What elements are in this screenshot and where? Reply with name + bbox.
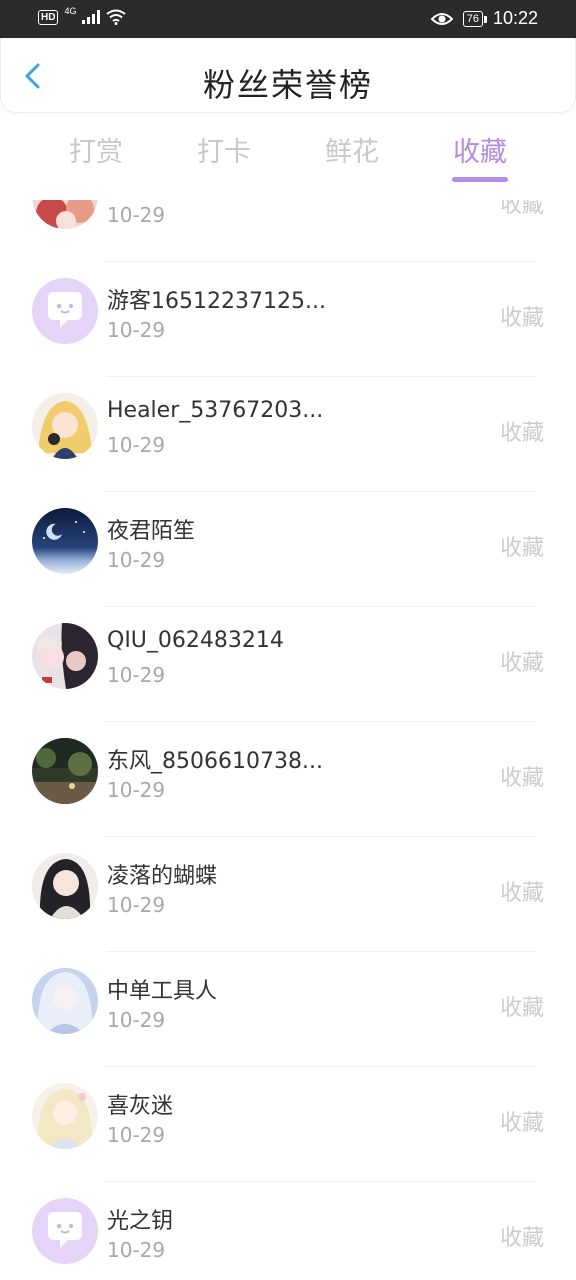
avatar xyxy=(32,278,98,344)
list-item[interactable]: 10-29 收藏 xyxy=(0,200,576,265)
list-item[interactable]: 凌落的蝴蝶 10-29 收藏 xyxy=(0,840,576,955)
divider xyxy=(106,491,536,492)
tab-flowers[interactable]: 鲜花 xyxy=(307,130,397,169)
favorite-label: 收藏 xyxy=(499,200,544,218)
favorite-label: 收藏 xyxy=(499,996,544,1021)
favorite-label: 收藏 xyxy=(499,421,544,446)
item-date: 10-29 xyxy=(107,1238,166,1262)
status-right: 76 10:22 xyxy=(430,8,538,29)
item-date: 10-29 xyxy=(107,1008,166,1032)
divider xyxy=(106,836,536,837)
list-item[interactable]: 游客16512237125... 10-29 收藏 xyxy=(0,265,576,380)
network-type: 4G xyxy=(64,6,77,16)
user-name: 凌落的蝴蝶 xyxy=(107,864,218,889)
item-date: 10-29 xyxy=(107,203,166,227)
item-date: 10-29 xyxy=(107,548,166,572)
user-name: 夜君陌笙 xyxy=(107,519,196,544)
favorite-label: 收藏 xyxy=(499,1226,544,1251)
fan-list: 10-29 收藏 游客16512237125... 10-29 收藏 Heale… xyxy=(0,200,576,1280)
item-date: 10-29 xyxy=(107,663,166,687)
avatar xyxy=(32,968,98,1034)
list-item[interactable]: 中单工具人 10-29 收藏 xyxy=(0,955,576,1070)
app-header: 粉丝荣誉榜 xyxy=(0,38,576,113)
clock: 10:22 xyxy=(492,8,538,28)
divider xyxy=(106,951,536,952)
user-name: QIU_062483214 xyxy=(107,628,284,653)
user-name: 游客16512237125... xyxy=(107,289,326,314)
user-name: 东风_8506610738... xyxy=(107,749,323,774)
tab-reward[interactable]: 打赏 xyxy=(51,130,141,169)
divider xyxy=(106,1066,536,1067)
page-title: 粉丝荣誉榜 xyxy=(202,66,373,104)
avatar xyxy=(32,853,98,919)
avatar xyxy=(32,200,98,229)
hd-badge: HD xyxy=(38,9,59,25)
favorite-label: 收藏 xyxy=(499,651,544,676)
list-item[interactable]: 东风_8506610738... 10-29 收藏 xyxy=(0,725,576,840)
tab-checkin[interactable]: 打卡 xyxy=(179,130,269,169)
list-item[interactable]: 夜君陌笙 10-29 收藏 xyxy=(0,495,576,610)
favorite-label: 收藏 xyxy=(499,766,544,791)
tab-favorites[interactable]: 收藏 xyxy=(435,130,525,169)
item-date: 10-29 xyxy=(107,778,166,802)
avatar xyxy=(32,1083,98,1149)
avatar xyxy=(32,508,98,574)
favorite-label: 收藏 xyxy=(499,881,544,906)
divider xyxy=(106,261,536,262)
avatar xyxy=(32,1198,98,1264)
avatar xyxy=(32,393,98,459)
divider xyxy=(106,1181,536,1182)
wifi-icon xyxy=(106,9,127,25)
favorite-label: 收藏 xyxy=(499,306,544,331)
user-name: 光之钥 xyxy=(107,1209,174,1234)
divider xyxy=(106,376,536,377)
battery-icon: 76 xyxy=(462,10,488,27)
item-date: 10-29 xyxy=(107,433,166,457)
list-item[interactable]: QIU_062483214 10-29 收藏 xyxy=(0,610,576,725)
divider xyxy=(106,721,536,722)
favorite-label: 收藏 xyxy=(499,536,544,561)
list-item[interactable]: 光之钥 10-29 收藏 xyxy=(0,1185,576,1280)
favorite-label: 收藏 xyxy=(499,1111,544,1136)
divider xyxy=(106,606,536,607)
user-name: 喜灰迷 xyxy=(107,1094,174,1119)
user-name: 中单工具人 xyxy=(107,979,218,1004)
chat-bubble-icon xyxy=(32,1198,98,1264)
avatar xyxy=(32,738,98,804)
active-tab-indicator xyxy=(452,177,508,182)
item-date: 10-29 xyxy=(107,893,166,917)
list-item[interactable]: 喜灰迷 10-29 收藏 xyxy=(0,1070,576,1185)
eye-icon xyxy=(430,12,453,25)
list-item[interactable]: Healer_53767203... 10-29 收藏 xyxy=(0,380,576,495)
tab-bar: 打赏 打卡 鲜花 收藏 xyxy=(0,122,576,186)
avatar xyxy=(32,623,98,689)
status-left: HD 4G xyxy=(38,6,127,25)
item-date: 10-29 xyxy=(107,318,166,342)
status-bar: HD 4G 76 10:22 xyxy=(0,0,576,38)
item-date: 10-29 xyxy=(107,1123,166,1147)
chat-bubble-icon xyxy=(32,278,98,344)
signal-icon xyxy=(82,10,101,24)
user-name: Healer_53767203... xyxy=(107,398,324,423)
